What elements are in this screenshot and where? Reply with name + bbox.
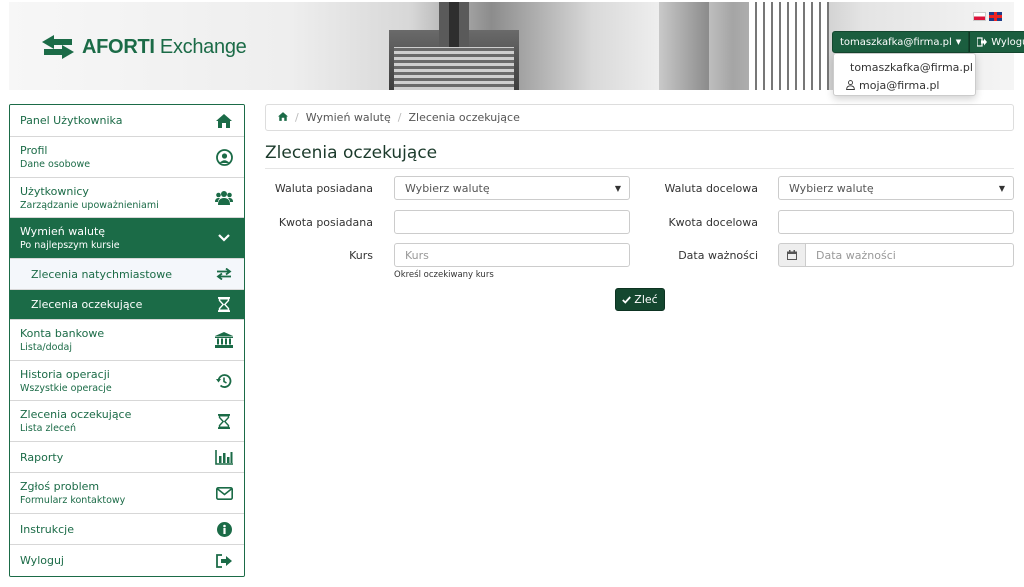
dropdown-item-user[interactable]: tomaszkafka@firma.pl: [834, 58, 975, 76]
sidebar-item-label: Profil: [20, 144, 48, 157]
sidebar-item-reports[interactable]: Raporty: [10, 442, 244, 473]
sidebar-item-sublabel: Lista zleceń: [20, 423, 77, 434]
language-switcher: [973, 12, 1002, 21]
caret-down-icon: ▼: [955, 38, 962, 46]
user-dropdown-menu: tomaszkafka@firma.pl moja@firma.pl: [833, 53, 976, 96]
breadcrumb-item[interactable]: Wymień walutę: [306, 111, 391, 124]
sidebar-item-users[interactable]: Użytkownicy Zarządzanie upoważnieniami: [10, 178, 244, 218]
sidebar-item-sublabel: Dane osobowe: [20, 159, 91, 170]
submit-order-button[interactable]: Zleć: [615, 288, 665, 311]
page-title: Zlecenia oczekujące: [265, 143, 438, 163]
sidebar-item-instructions[interactable]: Instrukcje: [10, 514, 244, 545]
breadcrumb-separator: /: [397, 111, 402, 124]
user-circle-icon: [214, 147, 234, 167]
sidebar-item-label: Raporty: [20, 450, 64, 464]
sidebar-item-label: Konta bankowe: [20, 327, 105, 340]
user-outline-icon: [846, 80, 855, 90]
target-amount-input[interactable]: [778, 210, 1014, 234]
flag-en-icon[interactable]: [989, 12, 1002, 21]
sidebar-item-label: Historia operacji: [20, 367, 110, 381]
expiry-label: Data ważności: [678, 249, 758, 262]
sidebar-item-label: Wymień walutę: [20, 225, 106, 238]
logo-mark-icon: [42, 35, 74, 59]
sidebar-item-label: Wyloguj: [20, 554, 64, 567]
title-divider: [265, 168, 1014, 169]
dropdown-item-label: tomaszkafka@firma.pl: [850, 60, 973, 74]
rate-input[interactable]: Kurs: [394, 243, 630, 267]
logo[interactable]: AFORTI Exchange: [42, 35, 247, 59]
chevron-down-icon: [214, 228, 234, 248]
target-currency-label: Waluta docelowa: [664, 182, 758, 195]
sidebar-item-instant-orders[interactable]: Zlecenia natychmiastowe: [10, 259, 244, 290]
source-amount-input[interactable]: [394, 210, 630, 234]
sidebar-item-label: Instrukcje: [20, 522, 74, 536]
source-currency-value: Wybierz walutę: [405, 181, 490, 195]
sidebar-nav: Panel Użytkownika Profil Dane osobowe Uży…: [9, 104, 245, 577]
breadcrumb-item-current: Zlecenia oczekujące: [408, 111, 520, 124]
submit-label: Zleć: [634, 293, 658, 306]
source-amount-label: Kwota posiadana: [278, 216, 373, 229]
logo-text: AFORTI Exchange: [82, 35, 247, 58]
dropdown-item-label: moja@firma.pl: [859, 78, 940, 92]
sidebar-item-exchange[interactable]: Wymień walutę Po najlepszym kursie: [10, 218, 244, 259]
calendar-icon: [787, 250, 797, 260]
rate-label: Kurs: [349, 249, 373, 262]
target-currency-select[interactable]: Wybierz walutę ▼: [778, 176, 1014, 200]
sidebar-item-report-problem[interactable]: Zgłoś problem Formularz kontaktowy: [10, 473, 244, 514]
sidebar-item-sublabel: Wszystkie operacje: [20, 382, 112, 394]
bar-chart-icon: [214, 447, 234, 467]
source-currency-label: Waluta posiadana: [274, 182, 373, 195]
target-currency-value: Wybierz walutę: [789, 181, 874, 195]
sign-out-icon: [214, 551, 234, 571]
check-icon: [622, 295, 632, 304]
user-menu-button[interactable]: tomaszkafka@firma.pl ▼: [832, 31, 970, 53]
sidebar-item-history[interactable]: Historia operacji Wszystkie operacje: [10, 361, 244, 401]
users-icon: [214, 188, 234, 208]
skyline-building: [659, 2, 709, 90]
sidebar-item-sublabel: Zarządzanie upoważnieniami: [20, 199, 159, 211]
source-currency-select[interactable]: Wybierz walutę ▼: [394, 176, 630, 200]
breadcrumb-separator: /: [295, 111, 299, 124]
breadcrumb: / Wymień walutę / Zlecenia oczekujące: [265, 104, 1014, 131]
history-icon: [214, 371, 234, 391]
flag-pl-icon[interactable]: [973, 12, 986, 21]
bank-icon: [214, 330, 234, 350]
user-email: tomaszkafka@firma.pl: [840, 36, 952, 48]
logout-button[interactable]: Wyloguj: [969, 31, 1024, 53]
info-icon: [214, 519, 234, 539]
sidebar-item-label: Użytkownicy: [20, 184, 89, 198]
sidebar-item-sublabel: Formularz kontaktowy: [20, 495, 126, 506]
caret-down-icon: ▼: [998, 184, 1005, 193]
sidebar-item-profile[interactable]: Profil Dane osobowe: [10, 137, 244, 178]
sidebar-item-sublabel: Lista/dodaj: [20, 342, 72, 353]
sidebar-item-pending-list[interactable]: Zlecenia oczekujące Lista zleceń: [10, 401, 244, 442]
target-amount-label: Kwota docelowa: [668, 216, 758, 229]
sidebar-item-panel[interactable]: Panel Użytkownika: [10, 105, 244, 137]
hourglass-icon: [214, 295, 234, 315]
user-button-group: tomaszkafka@firma.pl ▼ Wyloguj: [832, 31, 1024, 53]
rate-help-text: Określ oczekiwany kurs: [394, 270, 494, 280]
home-icon[interactable]: [278, 111, 288, 124]
sidebar-item-label: Panel Użytkownika: [20, 114, 123, 127]
envelope-icon: [214, 483, 234, 503]
calendar-button[interactable]: [778, 243, 806, 267]
sidebar-item-label: Zgłoś problem: [20, 480, 100, 493]
sidebar-item-pending-orders[interactable]: Zlecenia oczekujące: [10, 290, 244, 320]
exchange-icon: [214, 264, 234, 284]
sidebar-item-sublabel: Po najlepszym kursie: [20, 240, 120, 251]
expiry-date-input[interactable]: Data ważności: [805, 243, 1014, 267]
logout-label: Wyloguj: [991, 36, 1024, 48]
skyline-windows: [394, 47, 514, 90]
sidebar-item-label: Zlecenia natychmiastowe: [31, 267, 173, 281]
skyline-windows: [749, 2, 829, 90]
home-icon: [214, 111, 234, 131]
sidebar-item-bank-accounts[interactable]: Konta bankowe Lista/dodaj: [10, 320, 244, 361]
sidebar-item-label: Zlecenia oczekujące: [31, 298, 143, 311]
hourglass-icon: [214, 411, 234, 431]
sidebar-item-logout[interactable]: Wyloguj: [10, 545, 244, 576]
sidebar-item-label: Zlecenia oczekujące: [20, 408, 132, 421]
dropdown-item-user[interactable]: moja@firma.pl: [834, 76, 975, 94]
sign-out-icon: [977, 37, 988, 47]
caret-down-icon: ▼: [614, 184, 621, 193]
